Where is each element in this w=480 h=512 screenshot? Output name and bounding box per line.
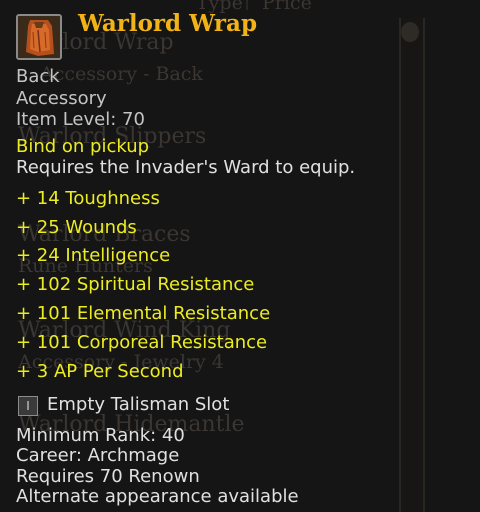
equip-requirement: Requires the Invader's Ward to equip. [16, 157, 356, 178]
career-requirement: Career: Archmage [16, 445, 180, 466]
background-column-divider [246, 0, 248, 10]
background-header-price: Price [262, 0, 312, 14]
item-type: Accessory [16, 88, 107, 109]
stat-line: + 14 Toughness [16, 188, 160, 209]
renown-requirement: Requires 70 Renown [16, 466, 200, 487]
minimum-rank: Minimum Rank: 40 [16, 425, 185, 446]
stat-line: + 101 Elemental Resistance [16, 303, 271, 324]
item-level: Item Level: 70 [16, 109, 145, 130]
talisman-slot-icon: I [18, 396, 38, 416]
background-row-sub: Accessory - Back [40, 63, 203, 85]
background-scrollbar [399, 18, 425, 512]
stat-line: + 101 Corporeal Resistance [16, 332, 268, 353]
item-slot: Back [16, 66, 60, 87]
alternate-appearance-note: Alternate appearance available [16, 486, 299, 507]
background-scroll-thumb [401, 22, 419, 42]
stat-line: + 102 Spiritual Resistance [16, 274, 255, 295]
stat-line: + 25 Wounds [16, 217, 137, 238]
item-name: Warlord Wrap [78, 10, 258, 37]
stat-line: + 24 Intelligence [16, 245, 171, 266]
talisman-slot-label: Empty Talisman Slot [47, 394, 230, 415]
cloak-icon [16, 14, 62, 60]
item-tooltip: Type Price Warlord Wrap Accessory - Back… [0, 0, 480, 512]
stat-line: + 3 AP Per Second [16, 361, 184, 382]
bind-status: Bind on pickup [16, 136, 150, 157]
